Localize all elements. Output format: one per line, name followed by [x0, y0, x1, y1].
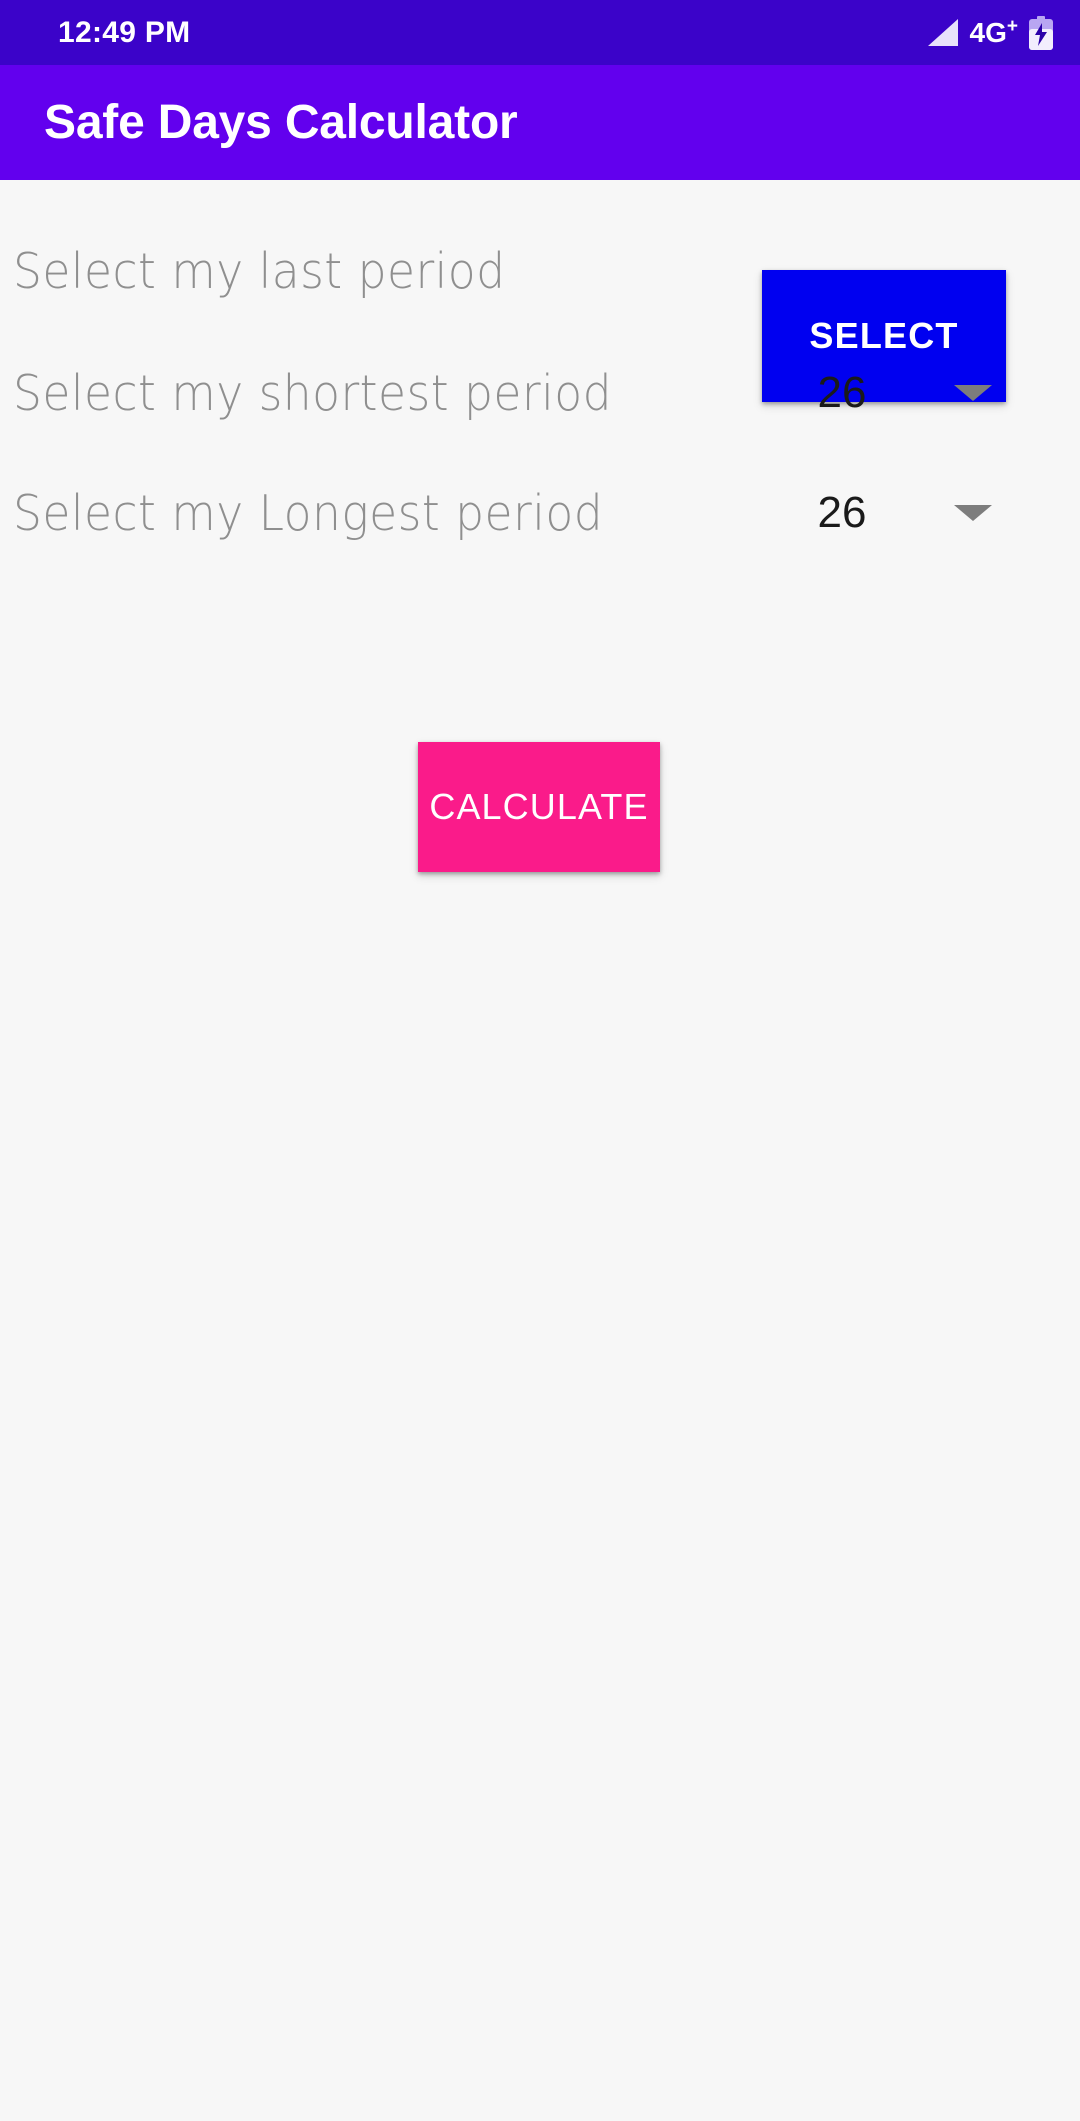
main-content: Select my last period SELECT Select my s… — [0, 180, 1080, 2121]
status-bar: 12:49 PM 4G + — [0, 0, 1080, 65]
label-longest-period: Select my Longest period — [13, 484, 604, 542]
battery-charging-icon — [1029, 15, 1053, 50]
network-type-text: 4G — [969, 16, 1007, 48]
chevron-down-icon — [954, 385, 992, 401]
app-bar: Safe Days Calculator — [0, 65, 1080, 180]
longest-period-spinner[interactable]: 26 — [792, 478, 1012, 548]
signal-triangle-icon — [927, 18, 958, 46]
network-plus-text: + — [1006, 15, 1018, 37]
shortest-period-spinner[interactable]: 26 — [792, 358, 1012, 428]
status-bar-clock: 12:49 PM — [58, 15, 191, 49]
label-shortest-period: Select my shortest period — [13, 364, 612, 422]
longest-period-value: 26 — [817, 488, 867, 537]
shortest-period-value: 26 — [817, 368, 867, 417]
calculate-button[interactable]: CALCULATE — [418, 742, 660, 872]
network-type-label: 4G + — [969, 15, 1018, 48]
page-title: Safe Days Calculator — [44, 95, 518, 149]
chevron-down-icon — [954, 505, 992, 521]
status-bar-indicators: 4G + — [926, 15, 1054, 50]
label-last-period: Select my last period — [13, 242, 506, 300]
app-screen: 12:49 PM 4G + Safe Days Calculator Select… — [0, 0, 1080, 2121]
